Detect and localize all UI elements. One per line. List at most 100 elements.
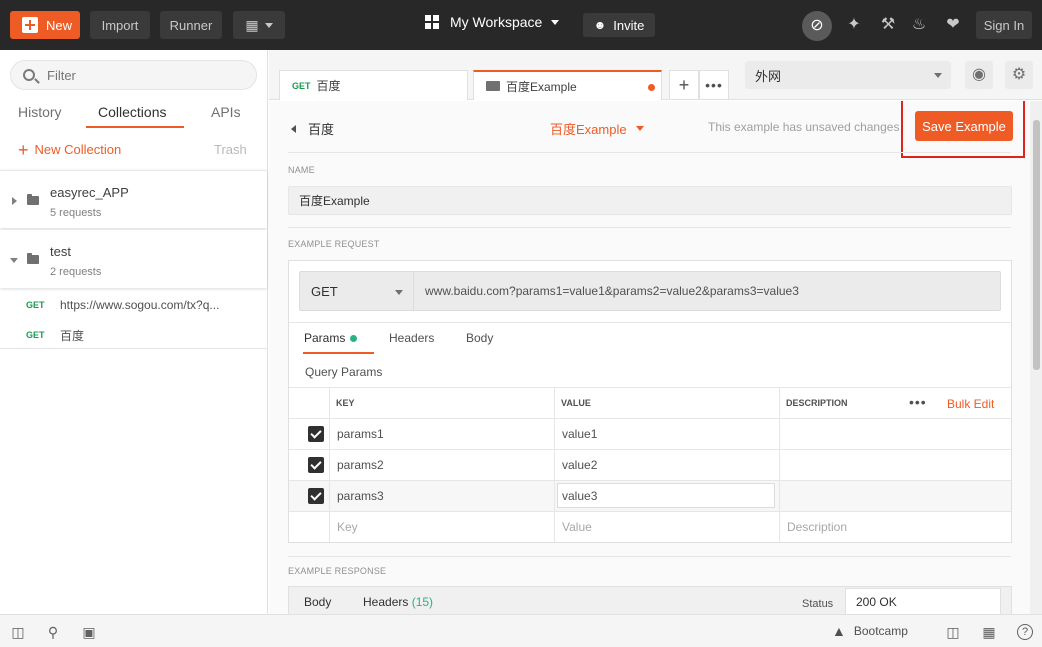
new-button[interactable]: New <box>10 11 80 39</box>
headers-tab-label: Headers <box>389 331 435 345</box>
request-item[interactable]: GET https://www.sogou.com/tx?q... <box>0 290 267 320</box>
add-tab-button[interactable]: + <box>669 70 699 100</box>
unsaved-changes-note: This example has unsaved changes <box>708 120 900 134</box>
satellite-icon[interactable]: ✦ <box>843 14 865 36</box>
new-description-input[interactable]: Description <box>779 512 1011 542</box>
tab-example[interactable]: 百度Example <box>473 70 662 100</box>
method-selector[interactable]: GET <box>299 271 414 311</box>
import-label: Import <box>101 17 139 33</box>
collection-item[interactable]: test 2 requests <box>0 230 267 288</box>
workspace-selector[interactable]: My Workspace <box>425 14 560 30</box>
example-name-label: 百度Example <box>550 122 627 137</box>
tab-response-headers[interactable]: Headers (15) <box>363 595 433 609</box>
sidebar-toggle-icon[interactable]: ◫ <box>10 624 26 640</box>
example-request-panel: GET www.baidu.com?params1=value1&params2… <box>288 260 1012 543</box>
tab-apis[interactable]: APIs <box>211 104 241 120</box>
environment-label: 外网 <box>755 68 782 84</box>
param-description-cell[interactable] <box>779 481 1011 511</box>
response-section-label: EXAMPLE RESPONSE <box>288 566 387 576</box>
status-label: Status <box>802 598 834 610</box>
graduation-cap-icon: ▲ <box>832 623 846 639</box>
more-tabs-button[interactable]: ••• <box>699 70 729 100</box>
tab-response-body[interactable]: Body <box>304 595 331 609</box>
keyboard-icon[interactable]: ▦ <box>981 624 997 640</box>
gear-icon[interactable]: ⚙ <box>1005 61 1033 89</box>
layout-icon[interactable]: ◫ <box>945 624 961 640</box>
request-method: GET <box>26 330 45 340</box>
example-name-dropdown[interactable]: 百度Example <box>550 119 644 138</box>
eye-icon[interactable]: ◉ <box>965 61 993 89</box>
active-dot <box>350 334 358 342</box>
param-enabled-checkbox[interactable] <box>308 426 324 442</box>
table-row: params3 value3 <box>289 481 1011 512</box>
help-icon[interactable]: ? <box>1017 624 1033 640</box>
filter-input[interactable] <box>47 67 237 83</box>
tab-history[interactable]: History <box>18 104 62 120</box>
param-value-cell[interactable]: value3 <box>554 481 779 511</box>
scrollbar-thumb[interactable] <box>1033 120 1040 370</box>
params-table: KEY VALUE DESCRIPTION ••• Bulk Edit para… <box>289 387 1011 542</box>
param-description-cell[interactable] <box>779 419 1011 449</box>
more-options-icon[interactable]: ••• <box>909 395 927 409</box>
new-collection-label: New Collection <box>34 142 122 157</box>
new-collection-button[interactable]: + New Collection <box>18 141 122 159</box>
column-header-key: KEY <box>329 388 554 418</box>
status-input[interactable]: 200 OK <box>845 588 1001 614</box>
tab-body[interactable]: Body <box>466 331 493 345</box>
param-value-cell[interactable]: value2 <box>554 450 779 480</box>
sign-in-button[interactable]: Sign In <box>976 11 1032 39</box>
param-description-cell[interactable] <box>779 450 1011 480</box>
param-key-cell[interactable]: params3 <box>329 481 554 511</box>
table-row: params2 value2 <box>289 450 1011 481</box>
filter-field[interactable] <box>10 60 257 90</box>
add-user-icon: ☻ <box>593 18 607 32</box>
invite-button[interactable]: ☻ Invite <box>583 13 655 37</box>
collection-item[interactable]: easyrec_APP 5 requests <box>0 170 267 228</box>
tab-params[interactable]: Params <box>304 331 358 345</box>
param-key-cell[interactable]: params2 <box>329 450 554 480</box>
divider <box>0 348 267 349</box>
heart-icon[interactable]: ❤ <box>942 14 964 36</box>
divider <box>288 227 1011 228</box>
active-tab-indicator <box>303 352 374 354</box>
chevron-down-icon <box>551 19 560 25</box>
bell-icon[interactable]: ♨ <box>908 14 930 36</box>
console-icon[interactable]: ▣ <box>81 624 97 640</box>
top-header: New Import Runner ▦ My Workspace ☻ Invit… <box>0 0 1042 50</box>
chevron-down-icon <box>934 73 942 78</box>
param-enabled-checkbox[interactable] <box>308 488 324 504</box>
find-icon[interactable]: ⚲ <box>45 624 61 640</box>
request-method: GET <box>26 300 45 310</box>
url-input[interactable]: www.baidu.com?params1=value1&params2=val… <box>414 271 1001 311</box>
new-key-input[interactable]: Key <box>329 512 554 542</box>
chevron-down-icon[interactable] <box>10 258 18 263</box>
tab-collections[interactable]: Collections <box>98 104 166 120</box>
tab-headers[interactable]: Headers <box>389 331 434 345</box>
wrench-icon[interactable]: ⚒ <box>877 14 899 36</box>
runner-button[interactable]: Runner <box>160 11 222 39</box>
chevron-right-icon[interactable] <box>12 197 17 205</box>
import-button[interactable]: Import <box>90 11 150 39</box>
environment-selector[interactable]: 外网 <box>745 61 951 89</box>
tab-request-baidu[interactable]: GET 百度 <box>279 70 468 100</box>
example-icon <box>486 81 500 91</box>
table-header-row: KEY VALUE DESCRIPTION ••• Bulk Edit <box>289 388 1011 419</box>
headers-count: (15) <box>411 595 434 609</box>
new-window-button[interactable]: ▦ <box>233 11 285 39</box>
bootcamp-button[interactable]: ▲ Bootcamp <box>832 623 908 639</box>
request-item[interactable]: GET 百度 <box>0 320 267 350</box>
new-value-input[interactable]: Value <box>554 512 779 542</box>
sync-off-icon[interactable]: ⊘ <box>802 11 832 41</box>
param-enabled-checkbox[interactable] <box>308 457 324 473</box>
back-to-request-link[interactable]: 百度 <box>291 119 334 138</box>
sidebar: History Collections APIs + New Collectio… <box>0 50 268 614</box>
bulk-edit-link[interactable]: Bulk Edit <box>947 397 994 411</box>
request-tabs-bar: GET 百度 百度Example + ••• <box>269 50 735 100</box>
example-name-field[interactable]: 百度Example <box>288 186 1012 215</box>
tab-method: GET <box>292 80 311 91</box>
param-value-cell[interactable]: value1 <box>554 419 779 449</box>
table-row-new: Key Value Description <box>289 512 1011 543</box>
param-key-cell[interactable]: params1 <box>329 419 554 449</box>
trash-link[interactable]: Trash <box>214 142 247 157</box>
collection-name: easyrec_APP <box>50 185 129 200</box>
